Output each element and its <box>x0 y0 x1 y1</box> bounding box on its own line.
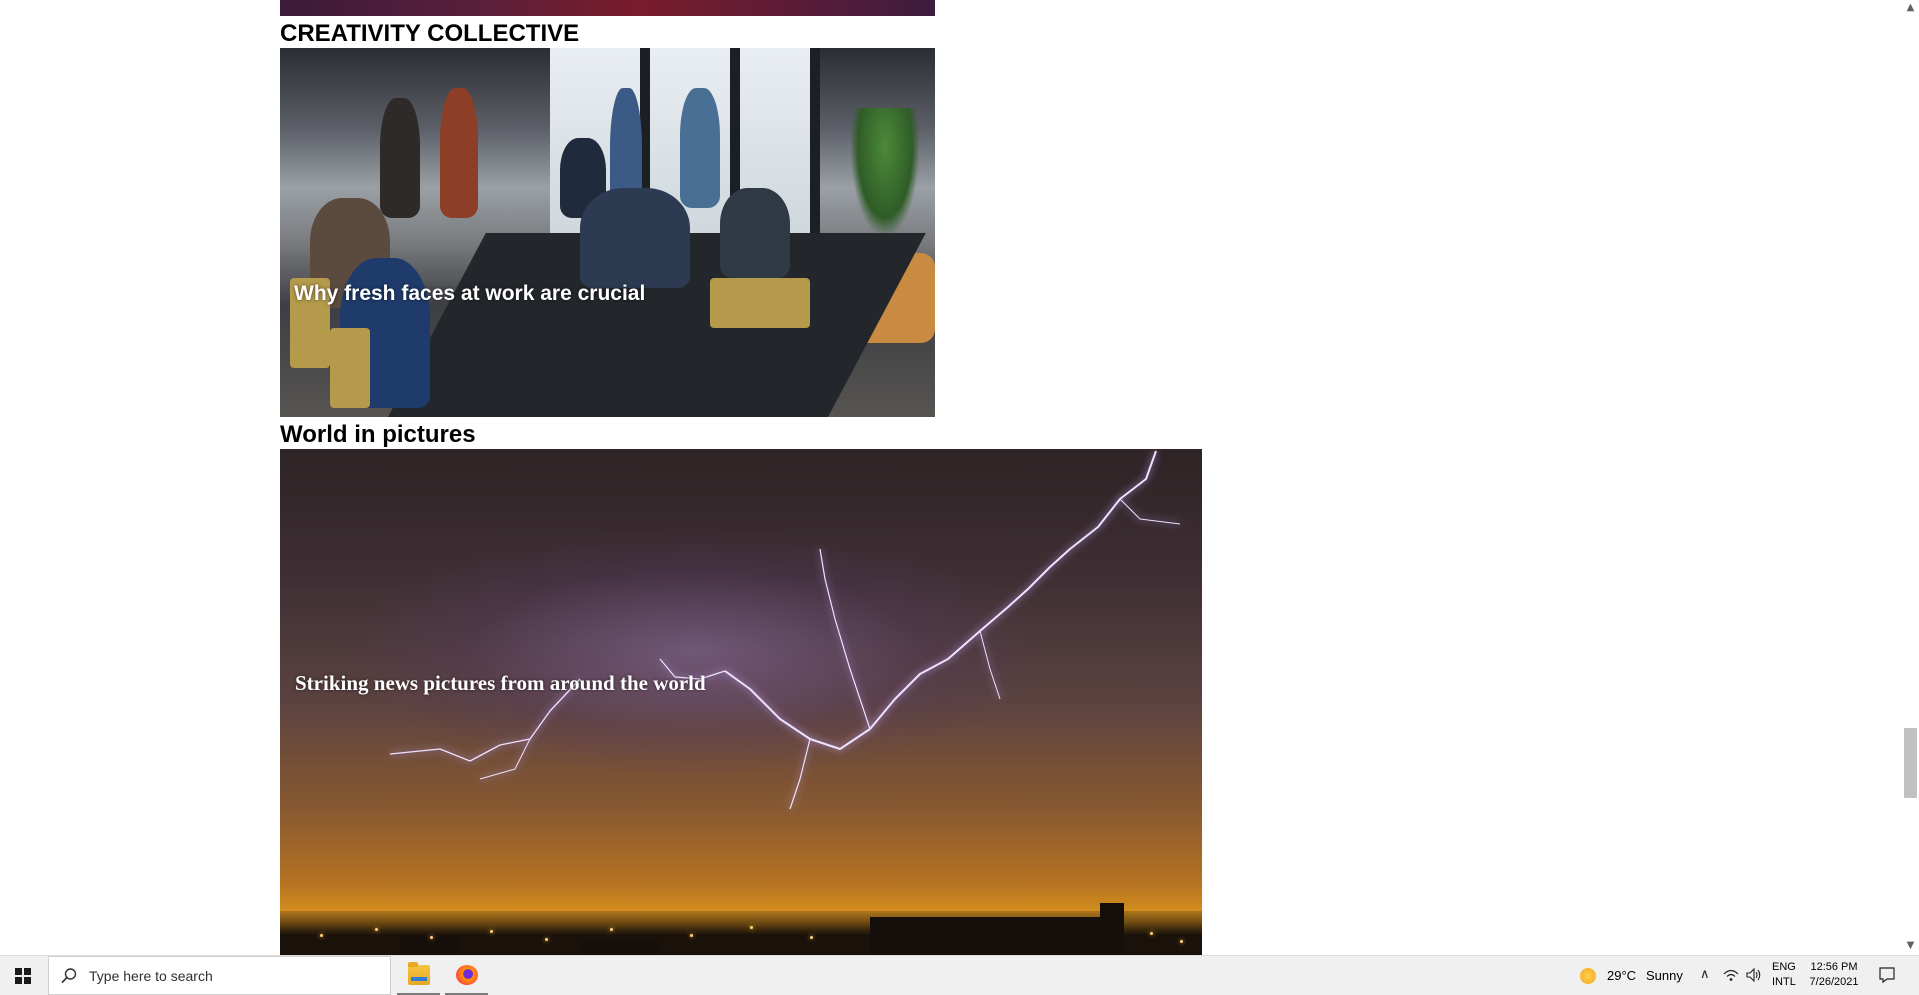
creativity-article-image[interactable]: Why fresh faces at work are crucial <box>280 48 935 417</box>
world-in-pictures-heading[interactable]: World in pictures <box>280 421 476 449</box>
system-clock[interactable]: 12:56 PM 7/26/2021 <box>1806 960 1862 990</box>
city-light <box>690 934 693 937</box>
city-light <box>750 926 753 929</box>
clock-date: 7/26/2021 <box>1809 976 1859 988</box>
windows-taskbar: Type here to search 29°C Sunny ∧ ENG INT… <box>0 955 1919 995</box>
city-light <box>375 928 378 931</box>
input-language-indicator[interactable]: ENG INTL <box>1772 960 1796 990</box>
volume-icon[interactable] <box>1746 968 1762 982</box>
windows-logo-icon <box>15 968 31 984</box>
chair <box>330 328 370 408</box>
city-light <box>1150 932 1153 935</box>
person <box>580 188 690 288</box>
keyboard-layout: INTL <box>1772 976 1796 988</box>
taskbar-file-explorer[interactable] <box>395 956 442 995</box>
city-skyline <box>280 903 1202 955</box>
person <box>380 98 420 218</box>
notification-center-icon[interactable] <box>1878 966 1896 984</box>
scrollbar-thumb[interactable] <box>1904 728 1917 798</box>
lightning-bolt <box>389 450 1181 810</box>
office-plant <box>850 108 920 238</box>
city-light <box>545 938 548 941</box>
building <box>580 941 660 955</box>
person <box>720 188 790 278</box>
browser-viewport: CREATIVITY COLLECTIVE Why fresh faces at… <box>0 0 1919 955</box>
taskbar-search-box[interactable]: Type here to search <box>48 956 391 995</box>
building <box>400 937 460 955</box>
creativity-article-caption[interactable]: Why fresh faces at work are crucial <box>294 282 645 306</box>
search-placeholder: Type here to search <box>89 968 213 984</box>
building <box>870 917 1100 955</box>
person <box>680 88 720 208</box>
city-light <box>490 930 493 933</box>
window-frame <box>810 48 820 248</box>
city-light <box>610 928 613 931</box>
city-light <box>810 936 813 939</box>
world-in-pictures-caption[interactable]: Striking news pictures from around the w… <box>295 671 706 696</box>
sun-icon[interactable] <box>1580 968 1596 984</box>
language-code: ENG <box>1772 961 1796 973</box>
person <box>440 88 478 218</box>
city-light <box>430 936 433 939</box>
search-icon <box>61 968 77 984</box>
vertical-scrollbar[interactable]: ▲ ▼ <box>1902 0 1919 955</box>
previous-article-image[interactable] <box>280 0 935 16</box>
taskbar-firefox[interactable] <box>443 956 490 995</box>
chair <box>710 278 810 328</box>
building <box>1100 903 1124 955</box>
city-light <box>1180 940 1183 943</box>
scroll-up-arrow-icon[interactable]: ▲ <box>1905 2 1916 13</box>
weather-condition[interactable]: Sunny <box>1646 968 1683 983</box>
weather-temperature[interactable]: 29°C <box>1607 968 1636 983</box>
world-in-pictures-image[interactable]: Striking news pictures from around the w… <box>280 449 1202 955</box>
show-hidden-icons-chevron-icon[interactable]: ∧ <box>1700 967 1710 982</box>
creativity-collective-heading[interactable]: CREATIVITY COLLECTIVE <box>280 20 579 48</box>
clock-time: 12:56 PM <box>1810 961 1858 973</box>
start-button[interactable] <box>0 956 46 995</box>
folder-icon <box>408 962 430 985</box>
network-icon[interactable] <box>1723 968 1739 982</box>
scroll-down-arrow-icon[interactable]: ▼ <box>1905 940 1916 951</box>
city-light <box>320 934 323 937</box>
firefox-icon <box>456 965 478 985</box>
